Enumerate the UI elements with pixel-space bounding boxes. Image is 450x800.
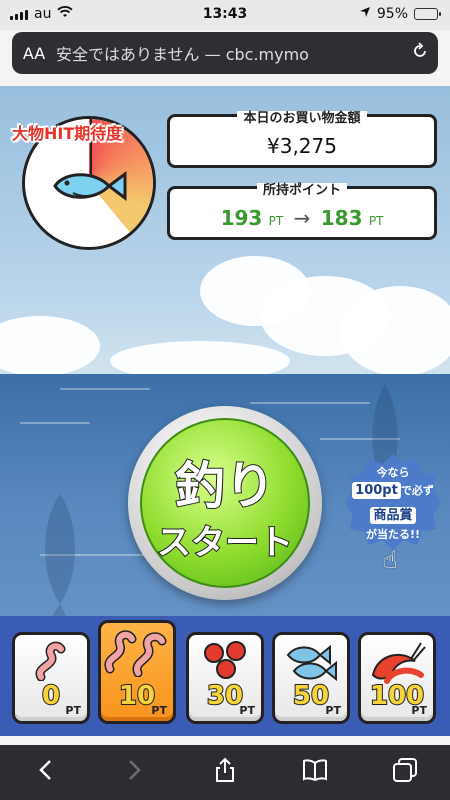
pointing-hand-icon: ☝ <box>383 546 398 574</box>
points-unit: PT <box>368 214 384 228</box>
location-arrow-icon <box>359 6 371 22</box>
bait-unit: PT <box>325 704 341 717</box>
reload-icon[interactable] <box>402 41 438 65</box>
bait-unit: PT <box>239 704 255 717</box>
fish-icon <box>51 169 129 207</box>
battery-icon <box>414 8 441 20</box>
fishing-game: 大物HIT期待度 本日のお買い物金額 ¥3,275 所持ポイント 193 PT … <box>0 86 450 736</box>
promo-highlight: 100pt <box>352 482 401 499</box>
reader-aa-button[interactable]: AA <box>12 44 56 63</box>
points-unit: PT <box>268 214 284 228</box>
browser-toolbar <box>0 745 450 800</box>
points-after: 183 <box>320 206 363 230</box>
promo-line1: 今なら <box>376 466 410 479</box>
points-label: 所持ポイント <box>256 183 347 198</box>
fish-shadow-icon <box>45 494 75 624</box>
worm-icon <box>15 641 87 685</box>
worms-icon <box>101 629 173 681</box>
status-bar: au 13:43 95% <box>0 0 450 30</box>
cloud <box>340 286 450 376</box>
forward-arrow-icon[interactable] <box>115 759 155 787</box>
bait-option-shrimp[interactable]: 100 PT <box>358 632 436 724</box>
wave <box>250 402 370 404</box>
status-right: 95% <box>359 6 441 22</box>
wave <box>20 422 90 424</box>
bait-option-beads[interactable]: 30 PT <box>186 632 264 724</box>
bait-option-worms[interactable]: 10 PT <box>98 620 176 724</box>
battery-percent: 95% <box>376 6 408 22</box>
tabs-icon[interactable] <box>385 757 425 789</box>
start-label-line2: スタート <box>156 522 294 564</box>
wave <box>60 388 150 390</box>
purchase-amount: ¥3,275 <box>267 134 337 158</box>
promo-line2: で必ず <box>400 484 434 497</box>
bookmarks-icon[interactable] <box>295 758 335 787</box>
bait-unit: PT <box>411 704 427 717</box>
fishing-start-button[interactable]: 釣り スタート <box>128 406 322 600</box>
bait-unit: PT <box>151 704 167 717</box>
promo-line3: 商品賞 <box>370 507 416 524</box>
share-icon[interactable] <box>205 757 245 789</box>
cloud <box>0 316 100 376</box>
url-text[interactable]: 安全ではありません — cbc.mymo <box>56 41 402 65</box>
bait-option-worm[interactable]: 0 PT <box>12 632 90 724</box>
bait-option-fish[interactable]: 50 PT <box>272 632 350 724</box>
promo-line4: が当たる!! <box>365 528 421 541</box>
points-box: 所持ポイント 193 PT → 183 PT <box>167 183 437 240</box>
promo-badge[interactable]: 今なら 100pt で必ず 商品賞 が当たる!! ☝ <box>345 454 441 574</box>
purchase-label: 本日のお買い物金額 <box>237 111 367 126</box>
back-arrow-icon[interactable] <box>25 759 65 787</box>
points-current: 193 <box>220 206 263 230</box>
start-button-face[interactable]: 釣り スタート <box>140 418 310 588</box>
bait-unit: PT <box>65 704 81 717</box>
points-value: 193 PT → 183 PT <box>170 206 434 230</box>
points-arrow: → <box>293 206 311 230</box>
bait-selector: 0 PT 10 PT 30 PT 50 PT 100 PT <box>0 616 450 736</box>
start-label-line1: 釣り <box>174 456 276 516</box>
gauge-label: 大物HIT期待度 <box>12 124 123 143</box>
purchase-box: 本日のお買い物金額 ¥3,275 <box>167 111 437 168</box>
address-bar[interactable]: AA 安全ではありません — cbc.mymo <box>12 32 438 74</box>
red-beads-icon <box>189 641 261 685</box>
